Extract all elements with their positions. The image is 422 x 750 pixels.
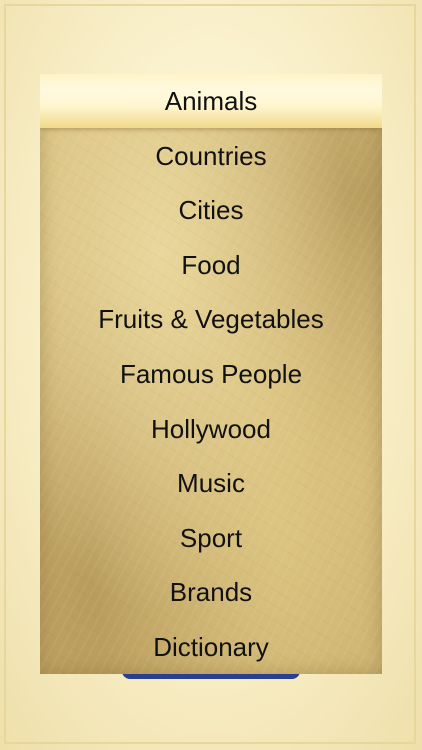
category-item-countries[interactable]: Countries bbox=[40, 129, 382, 184]
category-item-animals[interactable]: Animals bbox=[40, 74, 382, 129]
category-item-hollywood[interactable]: Hollywood bbox=[40, 402, 382, 457]
category-item-music[interactable]: Music bbox=[40, 456, 382, 511]
category-menu-panel: Animals Countries Cities Food Fruits & V… bbox=[40, 74, 382, 674]
category-list: Animals Countries Cities Food Fruits & V… bbox=[40, 74, 382, 674]
category-item-fruits-vegetables[interactable]: Fruits & Vegetables bbox=[40, 292, 382, 347]
category-item-dictionary[interactable]: Dictionary bbox=[40, 620, 382, 674]
category-item-famous-people[interactable]: Famous People bbox=[40, 347, 382, 402]
category-item-brands[interactable]: Brands bbox=[40, 565, 382, 620]
category-item-sport[interactable]: Sport bbox=[40, 511, 382, 566]
category-item-food[interactable]: Food bbox=[40, 238, 382, 293]
category-item-cities[interactable]: Cities bbox=[40, 183, 382, 238]
